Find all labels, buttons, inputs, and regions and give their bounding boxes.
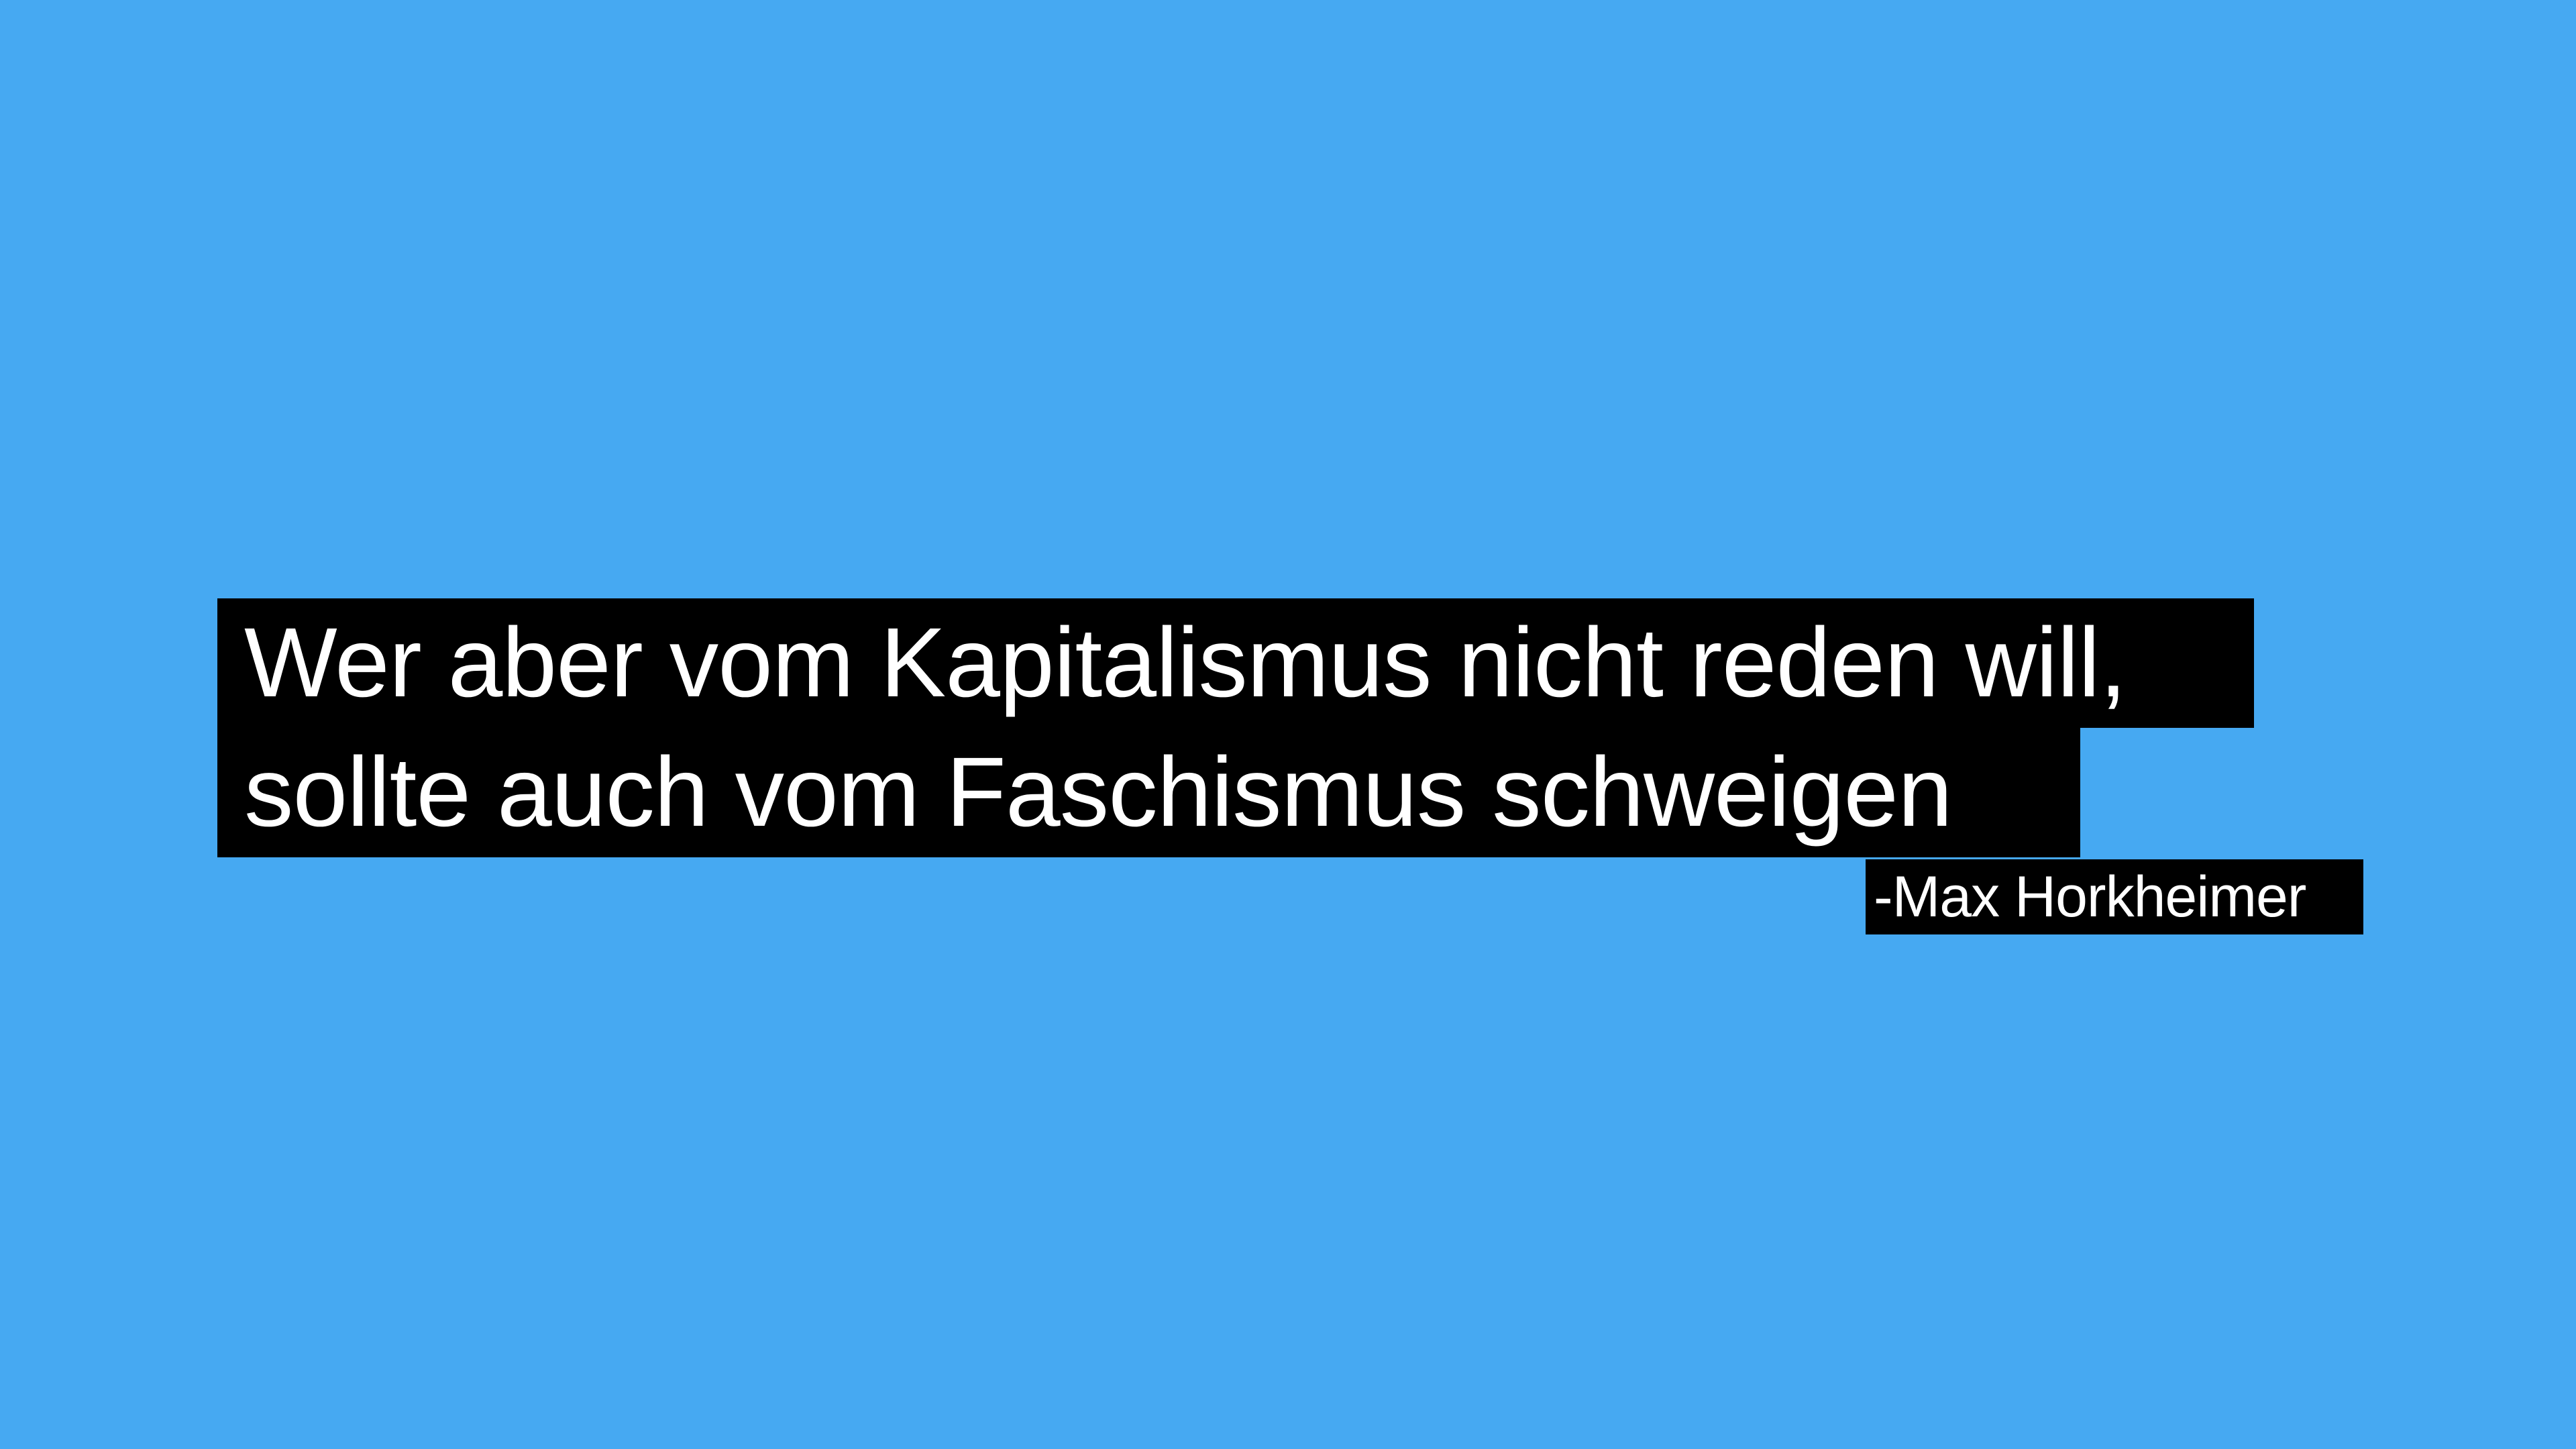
quote-attribution: -Max Horkheimer [1866,859,2363,934]
quote-line-1: Wer aber vom Kapitalismus nicht reden wi… [217,598,2254,728]
quote-line-2: sollte auch vom Faschismus schweigen [217,728,2080,857]
